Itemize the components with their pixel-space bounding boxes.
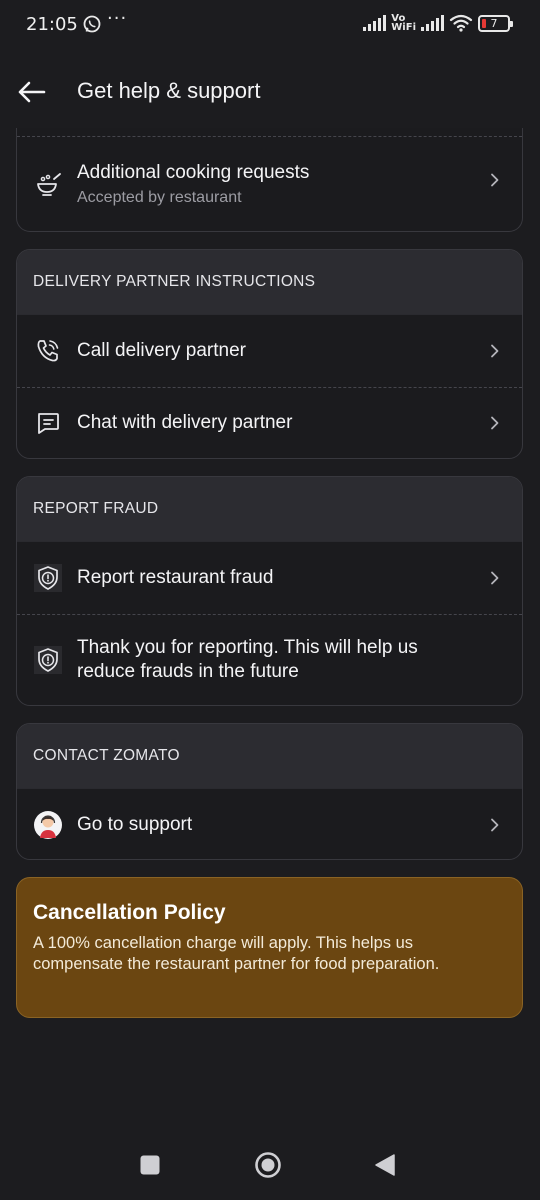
status-bar: 21:05 ··· Vo WiFi 7 <box>0 0 540 52</box>
cooking-bowl-icon <box>33 169 63 199</box>
nav-home-button[interactable] <box>254 1151 282 1184</box>
support-avatar-icon <box>33 810 63 840</box>
nav-recents-button[interactable] <box>139 1154 161 1181</box>
delivery-partner-section: DELIVERY PARTNER INSTRUCTIONS Call deliv… <box>16 249 523 459</box>
whatsapp-icon <box>83 15 101 33</box>
order-options-card: Additional cooking requests Accepted by … <box>16 128 523 232</box>
signal-icon <box>363 15 387 31</box>
row-label: Chat with delivery partner <box>77 412 293 433</box>
policy-title: Cancellation Policy <box>33 901 226 924</box>
system-nav-bar <box>0 1130 540 1200</box>
nav-back-icon <box>375 1154 395 1176</box>
chevron-right-icon <box>491 416 499 430</box>
status-more-dots: ··· <box>107 8 128 29</box>
call-delivery-partner-row[interactable]: Call delivery partner <box>17 315 522 387</box>
shield-alert-icon <box>33 563 63 593</box>
phone-icon <box>33 336 63 366</box>
cancellation-policy-card: Cancellation Policy A 100% cancellation … <box>16 877 523 1018</box>
row-label: Additional cooking requests <box>77 162 310 183</box>
status-indicators: Vo WiFi 7 <box>363 13 513 33</box>
section-header: REPORT FRAUD <box>17 477 522 542</box>
report-restaurant-fraud-row[interactable]: Report restaurant fraud <box>17 542 522 614</box>
policy-body: A 100% cancellation charge will apply. T… <box>33 934 440 973</box>
chevron-right-icon <box>491 571 499 585</box>
app-header: Get help & support <box>0 62 540 122</box>
report-fraud-section: REPORT FRAUD Report restaurant fraud Tha <box>16 476 523 706</box>
signal-icon-2 <box>421 15 444 31</box>
chevron-right-icon <box>491 344 499 358</box>
row-label: Go to support <box>77 813 193 835</box>
row-subtitle: Accepted by restaurant <box>77 189 242 206</box>
go-to-support-row[interactable]: Go to support <box>17 789 522 859</box>
chat-delivery-partner-row[interactable]: Chat with delivery partner <box>17 387 522 458</box>
chat-icon <box>33 408 63 438</box>
chevron-right-icon <box>491 818 499 831</box>
nav-back-button[interactable] <box>374 1153 396 1182</box>
status-time: 21:05 <box>26 14 78 35</box>
back-arrow-icon <box>18 81 46 103</box>
shield-alert-icon <box>33 645 63 675</box>
wifi-icon <box>449 14 473 32</box>
battery-icon: 7 <box>478 14 513 32</box>
row-label: Report restaurant fraud <box>77 567 274 588</box>
row-label: Thank you for reporting. This will help … <box>77 637 418 682</box>
chevron-right-icon <box>491 173 499 187</box>
section-header: CONTACT ZOMATO <box>17 724 522 789</box>
fraud-thanks-row: Thank you for reporting. This will help … <box>17 614 522 705</box>
back-button[interactable] <box>14 76 48 108</box>
additional-cooking-requests-row[interactable]: Additional cooking requests Accepted by … <box>17 128 522 231</box>
page-title: Get help & support <box>77 78 261 103</box>
section-header: DELIVERY PARTNER INSTRUCTIONS <box>17 250 522 315</box>
nav-home-icon <box>255 1152 281 1178</box>
nav-recents-icon <box>140 1155 160 1175</box>
row-label: Call delivery partner <box>77 340 246 361</box>
vowifi-label: Vo WiFi <box>391 13 416 33</box>
contact-zomato-section: CONTACT ZOMATO Go to support <box>16 723 523 860</box>
